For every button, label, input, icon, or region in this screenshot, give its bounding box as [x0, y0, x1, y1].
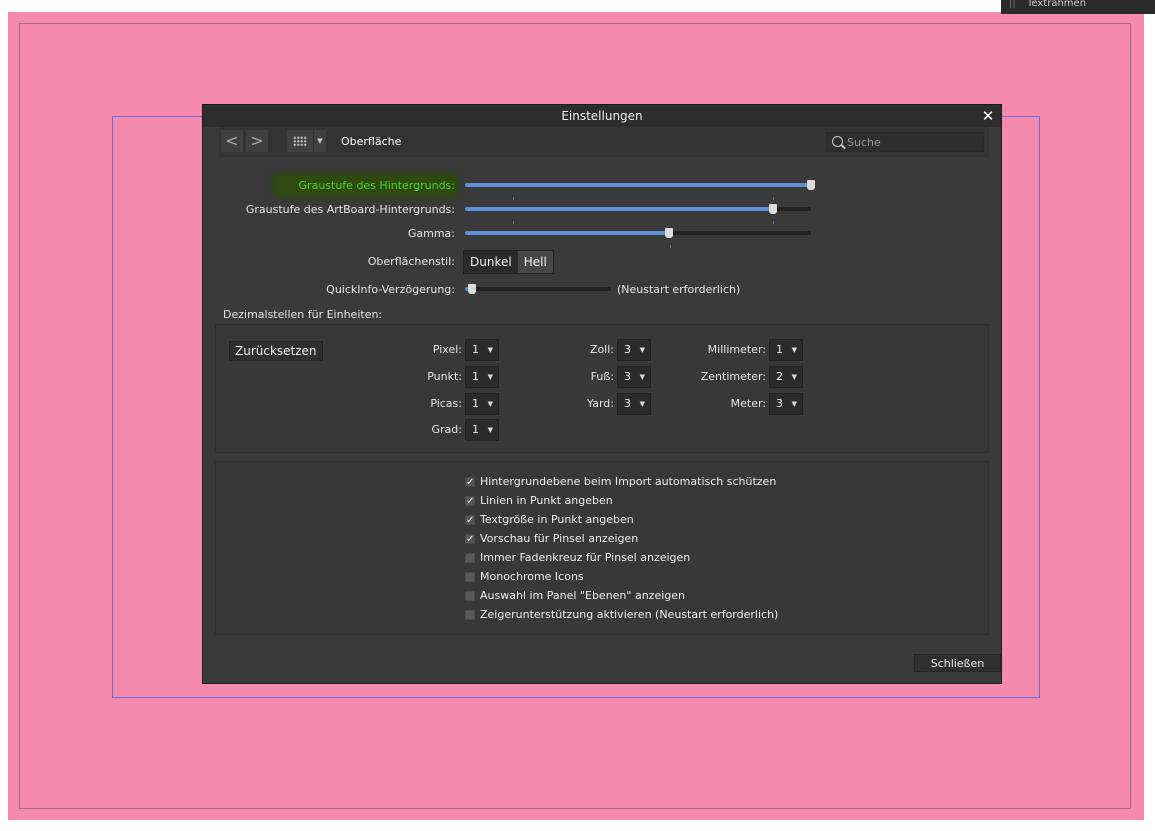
- slider-fill: [465, 231, 669, 235]
- slider-tick: [513, 221, 514, 224]
- forward-button[interactable]: >: [246, 130, 268, 152]
- point-decimals-dropdown[interactable]: 1 ▼: [465, 366, 499, 388]
- caret-down-icon: ▼: [317, 137, 323, 145]
- chevron-left-icon: <: [225, 131, 239, 150]
- slider-thumb[interactable]: [807, 180, 815, 190]
- tooltip-delay-slider[interactable]: [465, 282, 611, 296]
- ui-style-light-option[interactable]: Hell: [517, 251, 553, 273]
- slider-tick: [773, 221, 774, 224]
- unit-label-centimeter: Zentimeter:: [700, 370, 766, 383]
- unit-label-pixel: Pixel:: [432, 343, 462, 356]
- unit-label-degree: Grad:: [431, 423, 462, 436]
- caret-down-icon: ▼: [639, 346, 645, 354]
- search-box[interactable]: [826, 132, 984, 152]
- picas-decimals-dropdown[interactable]: 1 ▼: [465, 393, 499, 415]
- background-gray-slider[interactable]: [465, 178, 815, 200]
- checkbox[interactable]: ✓: [465, 496, 475, 507]
- slider-thumb[interactable]: [769, 204, 777, 214]
- restart-note: (Neustart erforderlich): [617, 283, 741, 296]
- artboard-gray-slider[interactable]: [465, 202, 811, 224]
- checkbox[interactable]: ✓: [465, 477, 475, 488]
- unit-label-millimeter: Millimeter:: [707, 343, 766, 356]
- checkbox[interactable]: [465, 610, 475, 620]
- chevron-right-icon: >: [250, 131, 264, 150]
- panel-item-label[interactable]: Textrahmen: [1027, 0, 1086, 9]
- ui-style-segmented: Dunkel Hell: [463, 250, 554, 274]
- ui-style-dark-option[interactable]: Dunkel: [464, 251, 518, 273]
- dialog-toolbar: < > ▼ Oberfläche: [219, 127, 989, 157]
- dialog-title: Einstellungen: [561, 109, 643, 123]
- checkbox[interactable]: ✓: [465, 534, 475, 545]
- back-button[interactable]: <: [221, 130, 243, 152]
- pixel-decimals-dropdown[interactable]: 1 ▼: [465, 339, 499, 361]
- slider-label-artboard-gray: Graustufe des ArtBoard-Hintergrunds:: [245, 203, 455, 216]
- caret-down-icon: ▼: [487, 346, 493, 354]
- checkbox[interactable]: [465, 591, 475, 601]
- checkbox[interactable]: [465, 553, 475, 563]
- unit-label-point: Punkt:: [427, 370, 462, 383]
- grid-icon: [293, 136, 307, 146]
- slider-thumb[interactable]: [665, 228, 673, 238]
- inch-decimals-dropdown[interactable]: 3 ▼: [617, 339, 651, 361]
- gamma-slider[interactable]: [465, 226, 811, 248]
- caret-down-icon: ▼: [791, 400, 797, 408]
- ui-style-label: Oberflächenstil:: [367, 255, 455, 268]
- centimeter-decimals-dropdown[interactable]: 2 ▼: [769, 366, 803, 388]
- slider-thumb[interactable]: [468, 284, 476, 294]
- millimeter-decimals-dropdown[interactable]: 1 ▼: [769, 339, 803, 361]
- settings-dialog: Einstellungen ✕ < > ▼ Oberfläche Graustu…: [202, 104, 1002, 684]
- slider-tick: [513, 197, 514, 200]
- checkbox[interactable]: [465, 572, 475, 582]
- foot-decimals-dropdown[interactable]: 3 ▼: [617, 366, 651, 388]
- slider-track: [465, 287, 611, 291]
- unit-label-foot: Fuß:: [590, 370, 614, 383]
- slider-fill: [465, 183, 811, 187]
- dialog-titlebar: Einstellungen: [203, 105, 1001, 127]
- caret-down-icon: ▼: [487, 426, 493, 434]
- breadcrumb: Oberfläche: [341, 135, 402, 148]
- caret-down-icon: ▼: [791, 346, 797, 354]
- close-icon[interactable]: ✕: [979, 105, 997, 127]
- caret-down-icon: ▼: [487, 400, 493, 408]
- slider-label-gamma: Gamma:: [407, 227, 455, 240]
- unit-label-inch: Zoll:: [589, 343, 614, 356]
- degree-decimals-dropdown[interactable]: 1 ▼: [465, 419, 499, 441]
- unit-label-yard: Yard:: [587, 397, 614, 410]
- caret-down-icon: ▼: [487, 373, 493, 381]
- categories-dropdown-button[interactable]: ▼: [314, 130, 326, 152]
- meter-decimals-dropdown[interactable]: 3 ▼: [769, 393, 803, 415]
- slider-fill: [465, 207, 773, 211]
- caret-down-icon: ▼: [639, 373, 645, 381]
- slider-tick: [773, 197, 774, 200]
- tooltip-delay-label: QuickInfo-Verzögerung:: [326, 283, 455, 296]
- unit-label-picas: Picas:: [430, 397, 462, 410]
- grip-icon: ||: [1009, 0, 1016, 9]
- search-icon: [832, 136, 843, 147]
- checkbox[interactable]: ✓: [465, 515, 475, 526]
- yard-decimals-dropdown[interactable]: 3 ▼: [617, 393, 651, 415]
- categories-grid-button[interactable]: [287, 130, 313, 152]
- search-input[interactable]: [847, 134, 977, 150]
- caret-down-icon: ▼: [639, 400, 645, 408]
- caret-down-icon: ▼: [791, 373, 797, 381]
- reset-button[interactable]: Zurücksetzen: [229, 341, 323, 361]
- slider-tick: [670, 245, 671, 248]
- layers-panel-strip: || Textrahmen: [1001, 0, 1155, 14]
- slider-label-background-gray: Graustufe des Hintergrunds:: [274, 176, 455, 195]
- decimals-section-title: Dezimalstellen für Einheiten:: [223, 308, 383, 321]
- unit-label-meter: Meter:: [730, 397, 766, 410]
- close-button[interactable]: Schließen: [914, 654, 1001, 672]
